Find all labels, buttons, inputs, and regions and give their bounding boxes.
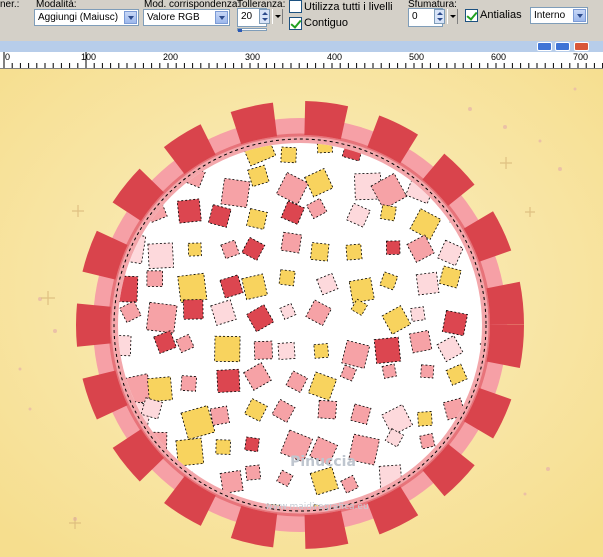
minimize-icon[interactable] — [537, 42, 552, 51]
confetti-square — [215, 439, 231, 455]
confetti-square — [216, 368, 241, 393]
feather-slider-dropdown[interactable] — [447, 9, 458, 24]
confetti-square — [209, 405, 230, 426]
mode-dropdown[interactable]: Aggiungi (Maiusc) — [34, 9, 139, 26]
confetti-square — [253, 340, 273, 360]
artwork — [0, 69, 603, 557]
antialias-label: Antialias — [480, 9, 522, 21]
confetti-square — [373, 336, 402, 365]
confetti-square — [180, 375, 198, 392]
ruler-label: 700 — [573, 52, 589, 62]
confetti-square — [176, 198, 202, 224]
confetti-square — [410, 306, 426, 322]
confetti-square — [420, 364, 435, 379]
horizontal-ruler: 0 100 200 300 400 500 600 700 — [0, 52, 603, 69]
document-title-bar — [0, 41, 603, 52]
confetti-square — [441, 309, 469, 337]
mode-value: Aggiungi (Maiusc) — [38, 12, 119, 23]
close-icon[interactable] — [574, 42, 589, 51]
chevron-down-icon[interactable] — [124, 11, 137, 24]
confetti-square — [385, 240, 401, 255]
antialias-checkbox[interactable] — [465, 9, 478, 22]
ruler-label: 600 — [491, 52, 507, 62]
confetti-square — [220, 177, 251, 208]
confetti-square — [145, 301, 178, 334]
confetti-square — [147, 376, 173, 403]
confetti-square — [177, 272, 208, 303]
confetti-square — [280, 146, 298, 164]
spin-up-icon[interactable] — [262, 12, 268, 15]
ruler-label: 400 — [327, 52, 343, 62]
confetti-square — [345, 243, 363, 261]
tolerance-slider-thumb[interactable] — [238, 29, 242, 32]
ruler-label: 500 — [409, 52, 425, 62]
match-mode-value: Valore RGB — [147, 12, 200, 23]
ruler-label: 100 — [81, 52, 97, 62]
confetti-square — [381, 363, 398, 380]
tolerance-spinner[interactable] — [259, 8, 284, 27]
sample-all-layers-checkbox[interactable] — [289, 0, 302, 13]
ruler-label: 200 — [163, 52, 179, 62]
confetti-square — [280, 231, 303, 254]
confetti-square — [313, 343, 330, 359]
confetti-square — [348, 277, 375, 304]
confetti-square — [219, 469, 244, 494]
sample-all-layers-label: Utilizza tutti i livelli — [304, 1, 393, 13]
confetti-square — [147, 242, 175, 270]
spin-down-icon[interactable] — [262, 18, 268, 21]
spin-down-icon[interactable] — [437, 18, 443, 21]
confetti-square — [146, 270, 163, 287]
confetti-square — [408, 329, 433, 354]
confetti-square — [417, 411, 433, 427]
cut-off-label: ner.: — [0, 0, 20, 10]
image-canvas[interactable]: Pinuccia www.maidiregrafica.eu — [0, 69, 603, 557]
contiguous-label: Contiguo — [304, 17, 349, 29]
tool-options-bar: ner.: Modalità: Aggiungi (Maiusc) Mod. c… — [0, 0, 603, 42]
confetti-square — [214, 335, 241, 363]
confetti-square — [183, 299, 204, 320]
ruler-label: 300 — [245, 52, 261, 62]
contiguous-checkbox[interactable] — [289, 17, 302, 30]
match-mode-dropdown[interactable]: Valore RGB — [143, 9, 230, 26]
tolerance-slider-dropdown[interactable] — [272, 9, 283, 24]
confetti-square — [317, 399, 338, 420]
antialias-mode-dropdown[interactable]: Interno — [530, 7, 588, 24]
confetti-square — [278, 269, 296, 287]
antialias-mode-value: Interno — [534, 10, 566, 21]
tolerance-slider[interactable] — [237, 28, 267, 32]
confetti-square — [415, 271, 440, 296]
tolerance-value: 20 — [241, 11, 253, 22]
watermark-url: www.maidiregrafica.eu — [265, 502, 369, 512]
confetti-square — [277, 341, 296, 360]
chevron-down-icon[interactable] — [215, 11, 228, 24]
feather-spinner[interactable] — [434, 9, 445, 24]
confetti-square — [244, 436, 260, 453]
feather-value: 0 — [412, 11, 418, 22]
chevron-down-icon[interactable] — [573, 9, 586, 22]
confetti-square — [187, 242, 202, 257]
confetti-square — [379, 204, 397, 222]
ruler-label: 0 — [5, 52, 11, 62]
spin-up-icon[interactable] — [437, 12, 443, 15]
confetti-square — [310, 242, 330, 262]
maximize-icon[interactable] — [555, 42, 570, 51]
watermark-signature: Pinuccia — [290, 454, 356, 470]
